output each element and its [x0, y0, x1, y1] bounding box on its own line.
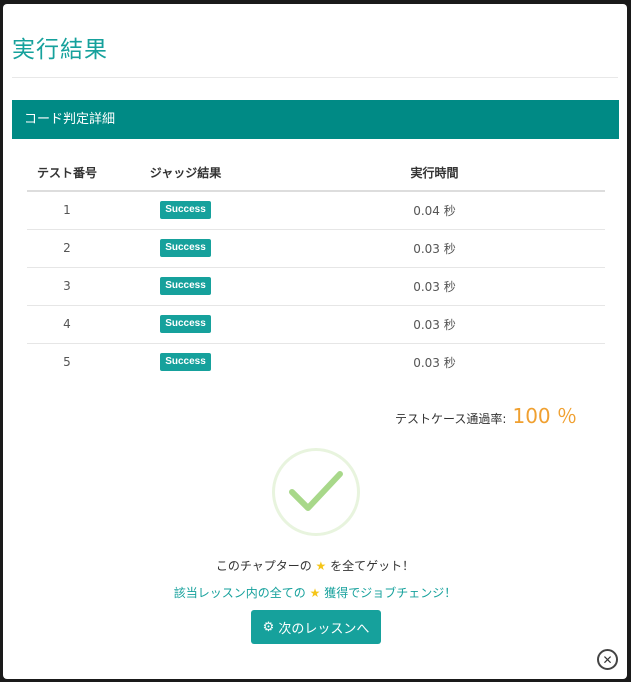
header-exec-time: 実行時間	[264, 154, 605, 192]
check-icon	[272, 448, 360, 536]
pass-rate-label: テストケース通過率:	[395, 412, 507, 426]
status-badge: Success	[160, 315, 211, 333]
star-icon: ★	[305, 586, 325, 600]
test-number: 5	[63, 355, 71, 370]
next-lesson-label: 次のレッスンへ	[278, 621, 370, 637]
test-number: 3	[27, 267, 107, 306]
pass-rate-value: 100 ％	[512, 404, 577, 428]
table-row: 4 Success 0.03 秒	[27, 305, 605, 344]
test-number: 2	[27, 229, 107, 268]
table-row: 5 Success 0.03 秒	[27, 343, 605, 381]
status-badge: Success	[160, 239, 211, 257]
test-number: 1	[27, 191, 107, 230]
result-modal: 実行結果 コード判定詳細 テスト番号 ジャッジ結果 実行時間 1 Success…	[3, 4, 627, 679]
gear-icon: ⚙	[262, 619, 275, 635]
status-badge: Success	[160, 277, 211, 295]
title-divider	[12, 77, 618, 78]
star-icon: ★	[311, 559, 331, 573]
pass-rate: テストケース通過率: 100 ％	[395, 400, 577, 429]
table-row: 2 Success 0.03 秒	[27, 229, 605, 268]
header-judge-result: ジャッジ結果	[107, 154, 264, 192]
table-row: 3 Success 0.03 秒	[27, 267, 605, 306]
exec-time: 0.03 秒	[413, 355, 456, 370]
next-lesson-button[interactable]: ⚙ 次のレッスンへ	[251, 610, 381, 644]
panel-header: コード判定詳細	[12, 100, 619, 139]
results-table: テスト番号 ジャッジ結果 実行時間 1 Success 0.04 秒 2 Suc…	[27, 154, 605, 381]
status-badge: Success	[160, 201, 211, 220]
table-header-row: テスト番号 ジャッジ結果 実行時間	[27, 154, 605, 192]
close-icon[interactable]: ✕	[597, 649, 618, 670]
table-row: 1 Success 0.04 秒	[27, 191, 605, 230]
chapter-star-message: このチャプターの ★ を全てゲット！	[215, 559, 415, 573]
exec-time: 0.03 秒	[264, 305, 605, 344]
lesson-star-message: 該当レッスン内の全ての ★ 獲得でジョブチェンジ！	[173, 586, 457, 600]
exec-time: 0.03 秒	[264, 267, 605, 306]
test-number: 4	[27, 305, 107, 344]
status-badge: Success	[160, 353, 211, 372]
exec-time: 0.04 秒	[264, 191, 605, 230]
page-title: 実行結果	[12, 37, 108, 63]
exec-time: 0.03 秒	[264, 229, 605, 268]
header-test-number: テスト番号	[27, 154, 107, 192]
